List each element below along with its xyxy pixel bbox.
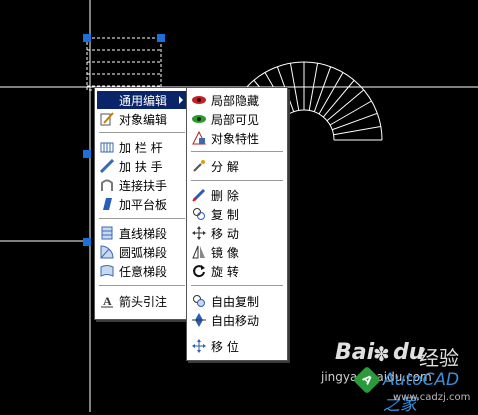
stair-tread-line [333,125,381,136]
shift-icon [191,338,207,354]
menu-separator [191,180,283,182]
arc-stair-icon [99,244,115,260]
general-edit-submenu: 局部隐藏 局部可见 对象特性 分 解 删 除 复 制 移 动 镜 像 旋 转 自… [186,87,288,361]
rotate-icon [191,263,207,279]
grip-handle[interactable] [83,150,91,158]
straight-stair-icon [99,225,115,241]
menu-item-connect-handrail[interactable]: 连接扶手 [97,176,187,194]
menu-item-add-railing[interactable]: 加 栏 杆 [97,138,187,156]
blank-icon [99,92,115,108]
free-copy-icon [191,293,207,309]
eye-open-icon [191,111,207,127]
watermark-site: www.cadzj.com [393,392,471,403]
pencil-icon [99,111,115,127]
stair-tread-line [313,66,332,112]
menu-item-arc-stair[interactable]: 圆弧梯段 [97,243,187,261]
platform-icon [99,196,115,212]
submenu-arrow-icon [179,96,183,104]
menu-item-copy[interactable]: 复 制 [189,205,285,223]
copy-icon [191,206,207,222]
menu-separator [191,151,283,153]
free-move-icon [191,312,207,328]
railing-icon [99,139,115,155]
baidu-jingyan-watermark: Bai ✽ du 经验 jingyan.baidu.com A AutoCAD之… [321,340,475,415]
menu-item-erase[interactable]: 删 除 [189,186,285,204]
menu-item-add-platform[interactable]: 加平台板 [97,195,187,213]
menu-item-rotate[interactable]: 旋 转 [189,262,285,280]
menu-item-local-visible[interactable]: 局部可见 [189,110,285,128]
menu-item-mirror[interactable]: 镜 像 [189,243,285,261]
free-stair-icon [99,263,115,279]
watermark-brand: Bai [335,340,375,365]
menu-separator [191,285,283,287]
menu-item-free-move[interactable]: 自由移动 [189,311,285,329]
menu-item-object-edit[interactable]: 对象编辑 [97,110,187,128]
menu-item-free-copy[interactable]: 自由复制 [189,292,285,310]
arrow-annotation-icon: A [99,293,115,309]
stair-tread-line [332,112,378,131]
menu-separator [99,285,185,287]
menu-item-shift[interactable]: 移 位 [189,337,285,355]
menu-separator [99,132,185,134]
eye-closed-icon [191,92,207,108]
erase-icon [191,187,207,203]
menu-item-arrow-annotation[interactable]: A 箭头引注 [97,292,187,310]
grip-handle[interactable] [157,34,165,42]
menu-item-general-edit[interactable]: 通用编辑 [97,91,187,109]
grip-handle[interactable] [83,238,91,246]
explode-icon [191,158,207,174]
paw-icon: ✽ [373,342,390,366]
selected-straight-stair[interactable] [86,37,162,91]
menu-item-straight-stair[interactable]: 直线梯段 [97,224,187,242]
menu-separator [99,218,185,220]
menu-item-free-stair[interactable]: 任意梯段 [97,262,187,280]
svg-text:A: A [103,294,112,308]
watermark-jingyan: 经验 [419,346,459,370]
handrail-icon [99,158,115,174]
grip-handle[interactable] [83,34,91,42]
menu-item-explode[interactable]: 分 解 [189,157,285,175]
move-icon [191,225,207,241]
menu-item-local-hide[interactable]: 局部隐藏 [189,91,285,109]
connect-handrail-icon [99,177,115,193]
stair-context-menu: 通用编辑 对象编辑 加 栏 杆 加 扶 手 连接扶手 加平台板 直线梯段 圆弧梯… [94,87,190,320]
menu-item-add-handrail[interactable]: 加 扶 手 [97,157,187,175]
mirror-icon [191,244,207,260]
properties-icon [191,130,207,146]
menu-item-object-properties[interactable]: 对象特性 [189,129,285,147]
menu-item-move[interactable]: 移 动 [189,224,285,242]
